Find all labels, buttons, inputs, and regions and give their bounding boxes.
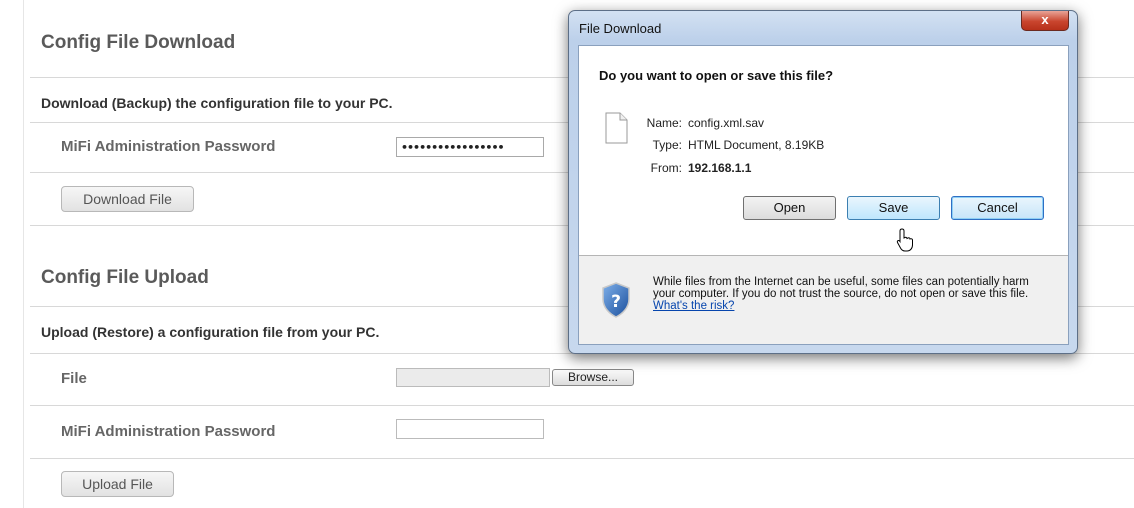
name-value: config.xml.sav	[688, 116, 765, 130]
from-key: From:	[650, 161, 682, 175]
open-button[interactable]: Open	[743, 196, 836, 220]
upload-file-button[interactable]: Upload File	[61, 471, 174, 497]
save-button[interactable]: Save	[847, 196, 940, 220]
download-password-input[interactable]: •••••••••••••••••	[396, 137, 544, 157]
upload-description: Upload (Restore) a configuration file fr…	[41, 324, 380, 340]
from-value: 192.168.1.1	[688, 161, 752, 175]
shield-question-icon: ?	[602, 282, 630, 318]
upload-section-title: Config File Upload	[41, 267, 209, 288]
close-icon[interactable]: x	[1021, 11, 1069, 31]
dialog-body: Do you want to open or save this file? N…	[578, 45, 1069, 345]
svg-text:?: ?	[611, 292, 621, 312]
dialog-footer: ? While files from the Internet can be u…	[579, 256, 1068, 344]
file-label: File	[61, 370, 87, 387]
download-section-title: Config File Download	[41, 32, 236, 53]
download-file-button[interactable]: Download File	[61, 186, 194, 212]
cancel-button[interactable]: Cancel	[951, 196, 1044, 220]
divider	[30, 458, 1134, 459]
mouse-cursor-icon	[896, 228, 913, 252]
upload-password-label: MiFi Administration Password	[61, 423, 276, 440]
risk-link[interactable]: What's the risk?	[653, 300, 734, 312]
warning-message: While files from the Internet can be use…	[653, 276, 1029, 300]
dialog-question: Do you want to open or save this file?	[599, 68, 834, 83]
type-key: Type:	[652, 138, 682, 152]
download-password-label: MiFi Administration Password	[61, 138, 276, 155]
file-path-input[interactable]	[396, 368, 550, 387]
divider	[30, 405, 1134, 406]
download-description: Download (Backup) the configuration file…	[41, 95, 393, 111]
browse-button[interactable]: Browse...	[552, 369, 634, 386]
warning-text: While files from the Internet can be use…	[653, 276, 1053, 312]
upload-password-input[interactable]	[396, 419, 544, 439]
dialog-title: File Download	[579, 21, 662, 36]
type-value: HTML Document, 8.19KB	[688, 138, 825, 152]
left-border	[23, 0, 24, 508]
name-key: Name:	[646, 116, 682, 130]
file-download-dialog: File Download x Do you want to open or s…	[568, 10, 1078, 354]
